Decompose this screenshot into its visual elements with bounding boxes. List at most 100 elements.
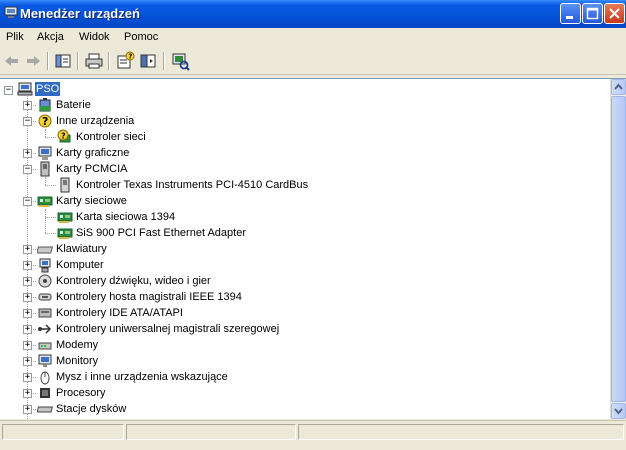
svg-text:?: ? bbox=[42, 115, 48, 128]
tree-connector bbox=[45, 137, 56, 138]
toolbar-separator bbox=[163, 52, 165, 70]
close-icon bbox=[605, 8, 624, 26]
expand-toggle[interactable]: + bbox=[23, 309, 32, 318]
collapse-toggle[interactable]: − bbox=[23, 165, 32, 174]
show-hide-tree-icon bbox=[53, 51, 73, 71]
title-bar: Menedżer urządzeń bbox=[0, 0, 626, 28]
device-tree: − PSO Baterie +? Inne urządzenia −? Kontrole… bbox=[0, 79, 610, 419]
expand-toggle[interactable]: + bbox=[23, 373, 32, 382]
toolbar-separator bbox=[77, 52, 79, 70]
tree-item-label: Kontrolery uniwersalnej magistrali szere… bbox=[56, 323, 280, 335]
tree-item-label: Karty graficzne bbox=[56, 147, 130, 159]
maximize-button[interactable] bbox=[582, 3, 603, 24]
back-arrow-icon bbox=[2, 51, 22, 71]
tree-item-label: Mysz i inne urządzenia wskazujące bbox=[56, 371, 228, 383]
expand-toggle[interactable]: + bbox=[23, 261, 32, 270]
menu-view[interactable]: Widok bbox=[79, 31, 110, 43]
device-manager-app-icon bbox=[4, 6, 20, 20]
monitor-icon bbox=[37, 353, 53, 369]
unknown-device-icon: ? bbox=[37, 113, 53, 129]
toolbar: ? bbox=[0, 48, 626, 75]
maximize-icon bbox=[583, 7, 602, 26]
menu-bar: Plik Akcja Widok Pomoc bbox=[0, 28, 626, 46]
processor-icon bbox=[37, 385, 53, 401]
tree-connector bbox=[45, 177, 46, 185]
menu-help[interactable]: Pomoc bbox=[124, 31, 158, 43]
window-title: Menedżer urządzeń bbox=[20, 6, 140, 21]
tree-item-label: Kontrolery IDE ATA/ATAPI bbox=[56, 307, 183, 319]
ide-controller-icon bbox=[37, 305, 53, 321]
scan-hardware-icon bbox=[170, 51, 190, 71]
scroll-thumb[interactable] bbox=[611, 96, 626, 402]
scan-hardware-button[interactable] bbox=[170, 51, 190, 71]
tree-item-label: Baterie bbox=[56, 99, 91, 111]
properties-icon: ? bbox=[115, 51, 135, 71]
tree-connector bbox=[45, 209, 46, 233]
svg-text:?: ? bbox=[128, 53, 132, 61]
status-cell bbox=[126, 424, 296, 440]
minimize-button[interactable] bbox=[560, 3, 581, 24]
tree-item-label: Kontroler sieci bbox=[76, 131, 146, 143]
tree-item-label: Stacje dysków bbox=[56, 403, 127, 415]
sound-icon bbox=[37, 273, 53, 289]
help-icon bbox=[138, 51, 158, 71]
expand-toggle[interactable]: + bbox=[23, 101, 32, 110]
print-button[interactable] bbox=[84, 51, 104, 71]
tree-item-label: Komputer bbox=[56, 259, 104, 271]
usb-icon bbox=[37, 321, 53, 337]
scroll-down-button[interactable] bbox=[611, 403, 626, 419]
keyboard-icon bbox=[36, 241, 54, 257]
tree-item-label: Inne urządzenia bbox=[56, 115, 135, 127]
vertical-scrollbar[interactable] bbox=[610, 79, 626, 419]
expand-toggle[interactable]: + bbox=[23, 405, 32, 414]
mouse-icon bbox=[37, 369, 53, 385]
warning-device-icon: ? bbox=[57, 129, 73, 145]
tree-root-label: PSO bbox=[35, 82, 61, 96]
collapse-toggle[interactable]: − bbox=[23, 117, 32, 126]
modem-icon bbox=[37, 337, 53, 353]
menu-file[interactable]: Plik bbox=[6, 31, 24, 43]
computer-monitor-icon bbox=[37, 257, 53, 273]
scroll-up-button[interactable] bbox=[611, 79, 626, 95]
expand-toggle[interactable]: + bbox=[23, 293, 32, 302]
network-card-icon bbox=[57, 225, 73, 241]
expand-toggle[interactable]: + bbox=[23, 277, 32, 286]
tree-connector bbox=[27, 93, 28, 419]
expand-toggle[interactable]: + bbox=[23, 357, 32, 366]
tree-connector bbox=[45, 129, 46, 137]
tree-item-label: SiS 900 PCI Fast Ethernet Adapter bbox=[76, 227, 246, 239]
toolbar-separator bbox=[47, 52, 49, 70]
tree-item-label: Monitory bbox=[56, 355, 99, 367]
expand-toggle[interactable]: + bbox=[23, 341, 32, 350]
menu-action[interactable]: Akcja bbox=[37, 31, 64, 43]
properties-button[interactable]: ? bbox=[115, 51, 135, 71]
forward-button[interactable] bbox=[23, 51, 43, 71]
minimize-icon bbox=[561, 14, 580, 26]
network-card-icon bbox=[37, 193, 53, 209]
expand-toggle[interactable]: + bbox=[23, 389, 32, 398]
pcmcia-card-icon bbox=[57, 177, 73, 193]
show-hide-tree-button[interactable] bbox=[53, 51, 73, 71]
device-tree-panel: − PSO Baterie +? Inne urządzenia −? Kontrole… bbox=[0, 78, 626, 419]
status-bar bbox=[0, 420, 626, 450]
tree-item-label: Kontrolery hosta magistrali IEEE 1394 bbox=[56, 291, 242, 303]
status-cell bbox=[2, 424, 124, 440]
expand-toggle[interactable]: + bbox=[23, 149, 32, 158]
forward-arrow-icon bbox=[23, 51, 43, 71]
root-expander[interactable]: − bbox=[4, 86, 13, 95]
back-button[interactable] bbox=[2, 51, 22, 71]
tree-item-label: Modemy bbox=[56, 339, 99, 351]
collapse-toggle[interactable]: − bbox=[23, 197, 32, 206]
tree-item-label: Klawiatury bbox=[56, 243, 107, 255]
pcmcia-icon bbox=[37, 161, 53, 177]
expand-toggle[interactable]: + bbox=[23, 325, 32, 334]
status-cell bbox=[298, 424, 624, 440]
ieee1394-icon bbox=[37, 289, 53, 305]
network-card-icon bbox=[57, 209, 73, 225]
close-button[interactable] bbox=[604, 3, 625, 24]
help-button[interactable] bbox=[138, 51, 158, 71]
tree-connector bbox=[45, 217, 56, 218]
tree-connector bbox=[45, 233, 56, 234]
expand-toggle[interactable]: + bbox=[23, 245, 32, 254]
print-icon bbox=[84, 51, 104, 71]
